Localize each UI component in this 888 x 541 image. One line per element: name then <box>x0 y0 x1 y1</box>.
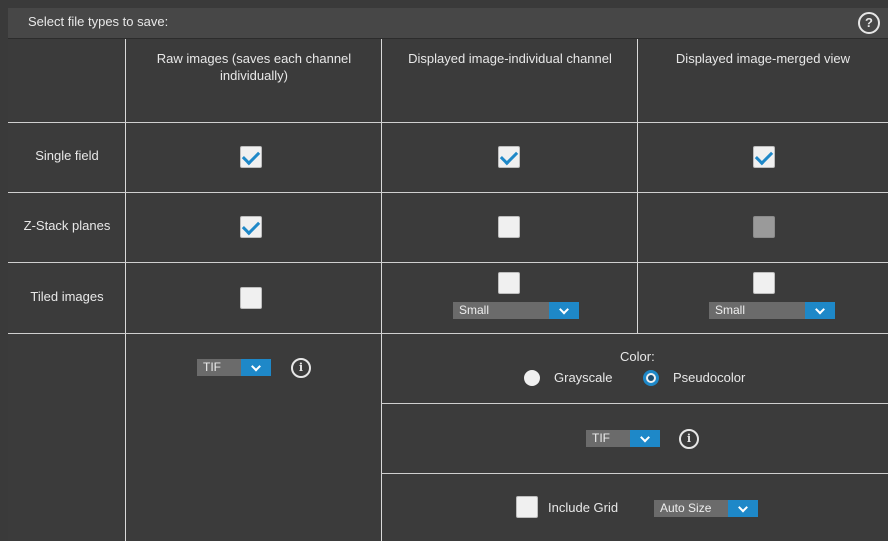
include-grid-checkbox[interactable] <box>516 496 538 518</box>
include-grid-label: Include Grid <box>548 500 619 515</box>
checkbox-single-raw[interactable] <box>240 146 262 168</box>
grid-divider <box>8 192 888 193</box>
checkbox-tiled-merged[interactable] <box>753 272 775 294</box>
grid-divider <box>637 39 638 334</box>
displayed-format-dropdown[interactable]: TIF <box>586 430 660 447</box>
column-header-merged: Displayed image-merged view <box>675 51 851 66</box>
panel-title: Select file types to save: <box>28 14 169 29</box>
grid-divider <box>381 403 888 404</box>
grid-divider <box>381 39 382 541</box>
grid-divider <box>125 39 126 541</box>
grid-divider <box>8 262 888 263</box>
tiled-size-dropdown-merged[interactable]: Small <box>709 302 835 319</box>
row-label-single-field: Single field <box>35 148 99 163</box>
checkbox-zstack-merged <box>753 216 775 238</box>
radio-grayscale[interactable] <box>524 370 540 386</box>
radio-pseudocolor-label: Pseudocolor <box>673 370 746 385</box>
radio-grayscale-label: Grayscale <box>554 370 613 385</box>
chevron-down-icon <box>728 500 758 517</box>
grid-size-dropdown[interactable]: Auto Size <box>654 500 758 517</box>
header-bar: Select file types to save: ? <box>8 8 888 39</box>
grid-divider <box>8 333 888 334</box>
column-header-raw: Raw images (saves each channel individua… <box>156 51 352 83</box>
row-label-tiled: Tiled images <box>30 289 104 304</box>
checkbox-single-merged[interactable] <box>753 146 775 168</box>
chevron-down-icon <box>805 302 835 319</box>
checkbox-tiled-individual[interactable] <box>498 272 520 294</box>
column-header-individual: Displayed image-individual channel <box>408 51 612 66</box>
checkbox-zstack-raw[interactable] <box>240 216 262 238</box>
radio-pseudocolor[interactable] <box>643 370 659 386</box>
dropdown-value: TIF <box>592 431 610 445</box>
chevron-down-icon <box>241 359 271 376</box>
color-label: Color: <box>620 349 655 364</box>
help-icon[interactable]: ? <box>858 12 880 34</box>
checkbox-single-individual[interactable] <box>498 146 520 168</box>
raw-format-dropdown[interactable]: TIF <box>197 359 271 376</box>
tiled-size-dropdown-individual[interactable]: Small <box>453 302 579 319</box>
dropdown-value: Auto Size <box>660 501 712 515</box>
grid-divider <box>8 122 888 123</box>
dropdown-value: TIF <box>203 360 221 374</box>
checkbox-zstack-individual[interactable] <box>498 216 520 238</box>
dropdown-value: Small <box>459 303 490 317</box>
chevron-down-icon <box>549 302 579 319</box>
checkbox-tiled-raw[interactable] <box>240 287 262 309</box>
row-label-z-stack: Z-Stack planes <box>23 218 111 233</box>
grid-divider <box>381 473 888 474</box>
raw-format-info-icon[interactable]: i <box>291 358 311 378</box>
displayed-format-info-icon[interactable]: i <box>679 429 699 449</box>
chevron-down-icon <box>630 430 660 447</box>
dropdown-value: Small <box>715 303 746 317</box>
